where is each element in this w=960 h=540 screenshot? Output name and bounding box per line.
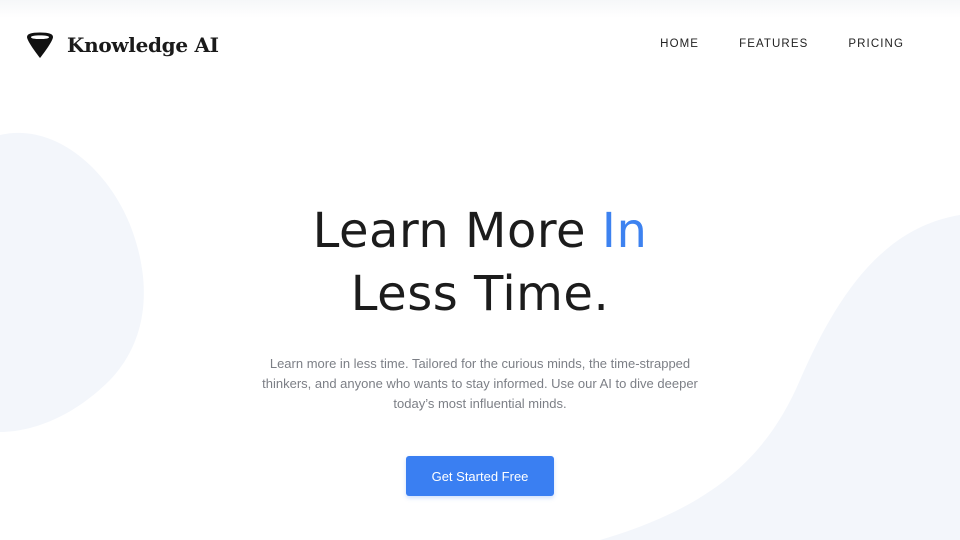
headline-part-two: Less Time.	[350, 266, 610, 322]
nav-home-link[interactable]: HOME	[660, 38, 699, 50]
nav-pricing-link[interactable]: PRICING	[848, 38, 904, 50]
funnel-logo-icon	[27, 32, 53, 58]
headline-accent: In	[601, 203, 648, 259]
hero-headline: Learn More In Less Time.	[0, 200, 960, 326]
brand-link[interactable]: Knowledge AI	[26, 30, 219, 60]
get-started-button[interactable]: Get Started Free	[406, 456, 554, 496]
hero-section: Learn More In Less Time. Learn more in l…	[0, 200, 960, 414]
nav-features-link[interactable]: FEATURES	[739, 38, 808, 50]
headline-part-one: Learn More	[312, 203, 602, 259]
site-header: Knowledge AI HOME FEATURES PRICING	[0, 0, 960, 90]
main-nav: HOME FEATURES PRICING	[660, 38, 904, 50]
hero-description: Learn more in less time. Tailored for th…	[262, 356, 698, 411]
brand-name: Knowledge AI	[67, 33, 219, 57]
